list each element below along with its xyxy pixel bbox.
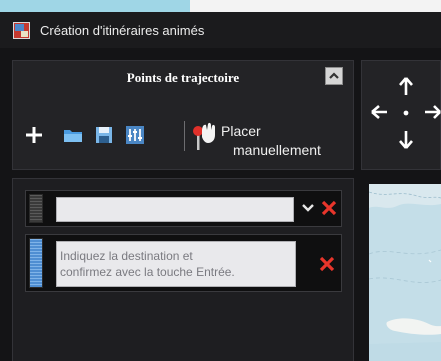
destination-input[interactable]: Indiquez la destination et confirmez ave… [56,241,296,287]
chevron-up-icon [329,72,339,79]
title-bar: Création d'itinéraires animés [0,12,441,48]
add-point-button[interactable] [24,125,44,145]
save-route-button[interactable] [93,124,115,146]
waypoint-row [25,190,342,227]
route-settings-button[interactable] [124,124,146,146]
route-animation-window: Création d'itinéraires animés Points de … [0,12,441,361]
nav-arrows [371,77,441,149]
drag-handle[interactable] [29,238,43,288]
destination-placeholder-line2: confirmez avec la touche Entrée. [60,265,235,279]
panel-heading: Points de trajectoire [126,70,240,85]
arrow-right-icon[interactable] [425,105,441,119]
remove-icon[interactable] [320,199,338,217]
map-canvas [369,184,441,361]
folder-icon [64,130,82,142]
window-title: Création d'itinéraires animés [40,22,205,38]
arrow-left-icon[interactable] [371,105,387,119]
place-manually-button[interactable] [191,121,217,151]
open-route-button[interactable] [62,125,84,145]
place-manually-label: Placer manuellement [221,122,321,160]
place-label-line2: manuellement [233,142,321,158]
drag-handle[interactable] [29,194,43,223]
collapse-button[interactable] [325,67,343,85]
waypoint-row: Indiquez la destination et confirmez ave… [25,234,342,292]
arrow-up-icon[interactable] [399,77,413,95]
destination-placeholder-line1: Indiquez la destination et [60,249,193,263]
plus-icon [26,127,42,143]
place-label-line1: Placer [221,123,261,139]
chevron-down-icon[interactable] [301,201,315,215]
remove-icon[interactable] [318,255,336,273]
toolbar-divider [184,121,185,151]
map-app-icon [13,21,30,39]
trajectory-points-panel: Points de trajectoire Placer manuellemen… [12,60,354,170]
arrow-down-icon[interactable] [399,131,413,149]
sliders-icon [126,126,144,144]
center-dot-icon[interactable] [403,110,409,116]
hand-pin-icon [193,122,215,150]
map-view[interactable] [369,184,441,361]
waypoint-input[interactable] [56,197,294,222]
waypoint-list: Indiquez la destination et confirmez ave… [12,178,354,361]
floppy-disk-icon [96,127,112,143]
map-navigation-panel [361,60,441,170]
